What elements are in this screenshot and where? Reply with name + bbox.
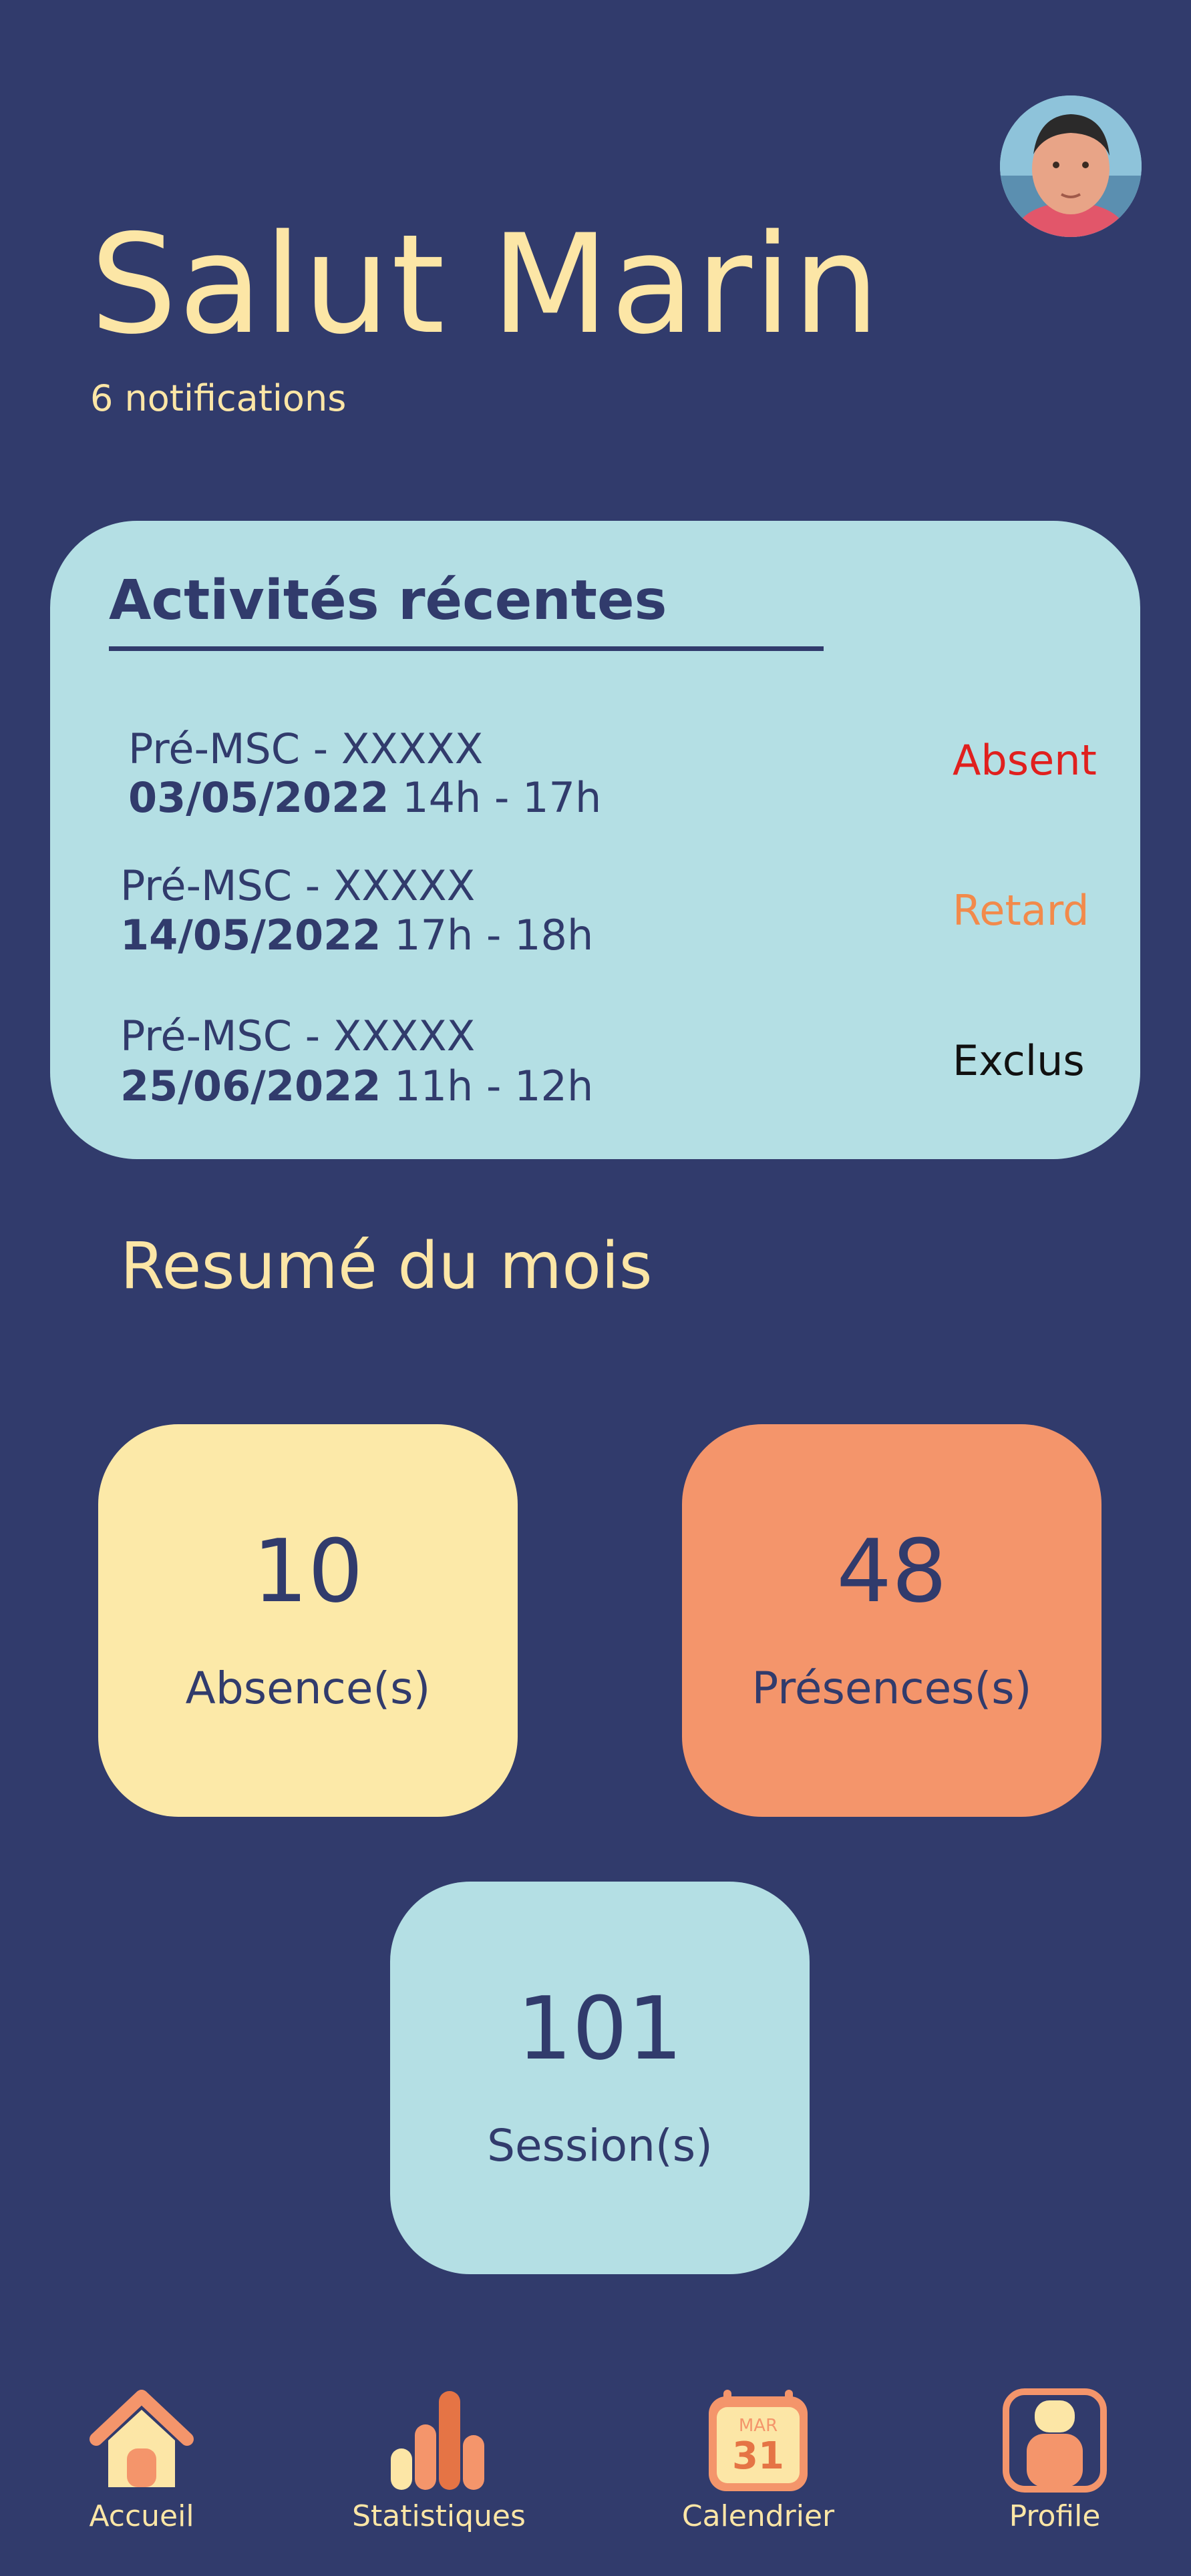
profile-avatar[interactable]	[1000, 95, 1142, 237]
activity-datetime: 25/06/2022 11h - 12h	[120, 1062, 593, 1110]
activity-name: Pré-MSC - XXXXX	[128, 724, 484, 773]
activity-time: 17h - 18h	[394, 911, 594, 959]
monthly-summary-title: Resumé du mois	[120, 1229, 653, 1303]
svg-text:MAR: MAR	[739, 2416, 778, 2436]
activity-name: Pré-MSC - XXXXX	[120, 1012, 476, 1060]
calendar-icon: MAR 31	[709, 2390, 808, 2491]
title-underline	[109, 646, 824, 651]
presences-card[interactable]: 48 Présences(s)	[682, 1424, 1101, 1817]
sessions-value: 101	[516, 1977, 683, 2079]
activity-date: 03/05/2022	[128, 773, 389, 822]
avatar-image	[1000, 95, 1142, 237]
nav-accueil[interactable]: Accueil	[41, 2387, 242, 2533]
sessions-label: Session(s)	[487, 2119, 713, 2171]
presences-value: 48	[836, 1520, 947, 1622]
nav-statistiques[interactable]: Statistiques	[339, 2387, 539, 2533]
nav-profile[interactable]: Profile	[955, 2387, 1155, 2533]
nav-label: Calendrier	[681, 2499, 835, 2533]
activity-status: Exclus	[953, 1036, 1085, 1085]
activity-time: 14h - 17h	[402, 773, 602, 822]
page-title: Salut Marin	[90, 206, 881, 365]
absences-value: 10	[252, 1520, 363, 1622]
recent-activities-title: Activités récentes	[109, 569, 667, 632]
activity-status: Retard	[953, 886, 1089, 935]
nav-label: Statistiques	[352, 2499, 526, 2533]
bar-chart-icon	[391, 2391, 484, 2490]
presences-label: Présences(s)	[751, 1662, 1032, 1714]
activity-time: 11h - 12h	[394, 1062, 594, 1110]
nav-calendrier[interactable]: MAR 31 Calendrier	[658, 2387, 858, 2533]
nav-label: Accueil	[89, 2499, 194, 2533]
absences-card[interactable]: 10 Absence(s)	[98, 1424, 518, 1817]
activity-datetime: 03/05/2022 14h - 17h	[128, 773, 601, 822]
notifications-count[interactable]: 6 notifications	[90, 377, 346, 419]
svg-text:31: 31	[732, 2434, 784, 2478]
activity-datetime: 14/05/2022 17h - 18h	[120, 911, 593, 959]
profile-icon	[1003, 2388, 1107, 2493]
home-icon	[90, 2390, 194, 2487]
activity-date: 25/06/2022	[120, 1062, 381, 1110]
activity-name: Pré-MSC - XXXXX	[120, 861, 476, 910]
absences-label: Absence(s)	[185, 1662, 431, 1714]
nav-label: Profile	[1009, 2499, 1101, 2533]
activity-status: Absent	[953, 736, 1097, 785]
sessions-card[interactable]: 101 Session(s)	[390, 1882, 810, 2274]
activity-date: 14/05/2022	[120, 911, 381, 959]
